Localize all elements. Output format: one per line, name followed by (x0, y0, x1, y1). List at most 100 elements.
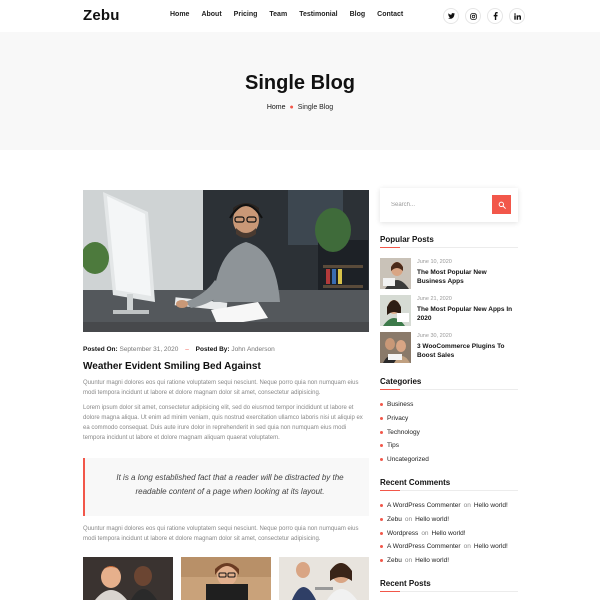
popular-posts-heading: Popular Posts (380, 235, 434, 244)
linkedin-icon[interactable] (509, 8, 525, 24)
recent-posts-heading: Recent Posts (380, 579, 431, 588)
bullet-icon (380, 403, 383, 407)
category-item[interactable]: Technology (380, 425, 429, 439)
categories-heading: Categories (380, 377, 422, 386)
search-button[interactable] (492, 195, 511, 214)
comment-post-link[interactable]: Hello world! (474, 502, 508, 509)
popular-post-title[interactable]: The Most Popular New Business Apps (417, 268, 517, 286)
bullet-icon (380, 417, 383, 421)
posted-by-label: Posted By: (195, 346, 230, 353)
comment-author: A WordPress Commenter (387, 543, 461, 551)
popular-post-thumbnail (380, 295, 411, 326)
comment-on-label: on (404, 516, 413, 524)
facebook-icon[interactable] (487, 8, 503, 24)
recent-comments-heading: Recent Comments (380, 478, 451, 487)
main-nav: Home About Pricing Team Testimonial Blog… (170, 11, 415, 18)
comment-item: Wordpress on Hello world! (380, 526, 508, 540)
heading-underline (400, 389, 518, 390)
bullet-icon (380, 545, 383, 549)
post-title: Weather Evident Smiling Bed Against (83, 361, 261, 372)
bullet-icon (380, 531, 383, 535)
bullet-icon (380, 458, 383, 462)
gallery-image-1 (83, 557, 173, 600)
category-label[interactable]: Technology (387, 429, 420, 436)
post-paragraph-2: Lorem ipsum dolor sit amet, consectetur … (83, 405, 363, 441)
meta-separator-icon: – (185, 346, 189, 353)
recent-comments-list: A WordPress Commenter on Hello world! Zebu… (380, 499, 508, 567)
heading-underline (400, 591, 518, 592)
comment-post-link[interactable]: Hello world! (415, 516, 449, 523)
bullet-icon (380, 430, 383, 434)
nav-contact[interactable]: Contact (377, 11, 403, 18)
popular-post-date: June 10, 2020 (417, 259, 452, 265)
comment-item: Zebu on Hello world! (380, 513, 508, 527)
comment-on-label: on (463, 502, 471, 510)
post-meta: Posted On: September 31, 2020 – Posted B… (83, 346, 275, 353)
heading-underline (400, 247, 518, 248)
popular-post-item[interactable]: June 30, 2020 3 WooCommerce Plugins To B… (380, 332, 520, 364)
heading-underline-accent (380, 247, 400, 248)
nav-home[interactable]: Home (170, 11, 189, 18)
category-label[interactable]: Tips (387, 442, 399, 449)
site-logo[interactable]: Zebu (83, 7, 120, 24)
page-title: Single Blog (245, 72, 355, 94)
bullet-icon (380, 444, 383, 448)
breadcrumb-home[interactable]: Home (267, 104, 286, 111)
gallery-image-2 (181, 557, 271, 600)
comment-on-label: on (463, 543, 471, 551)
comment-post-link[interactable]: Hello world! (474, 543, 508, 550)
search-input[interactable] (386, 195, 490, 215)
heading-underline (400, 490, 518, 491)
nav-about[interactable]: About (201, 11, 221, 18)
category-label[interactable]: Uncategorized (387, 456, 429, 463)
category-label[interactable]: Business (387, 401, 413, 408)
post-paragraph-1: Quuntur magni dolores eos qui ratione vo… (83, 380, 359, 396)
blockquote-text: It is a long established fact that a rea… (116, 473, 344, 496)
popular-post-date: June 30, 2020 (417, 333, 452, 339)
popular-post-title[interactable]: The Most Popular New Apps In 2020 (417, 305, 517, 323)
categories-list: Business Privacy Technology Tips Uncateg… (380, 398, 429, 466)
site-header: Zebu Home About Pricing Team Testimonial… (0, 0, 600, 32)
comment-author: Zebu (387, 557, 402, 565)
gallery-image-3 (279, 557, 369, 600)
bullet-icon (380, 559, 383, 563)
heading-underline-accent (380, 490, 400, 491)
heading-underline-accent (380, 591, 400, 592)
bullet-icon (380, 504, 383, 508)
popular-post-thumbnail (380, 332, 411, 363)
comment-post-link[interactable]: Hello world! (415, 557, 449, 564)
nav-team[interactable]: Team (269, 11, 287, 18)
popular-post-thumbnail (380, 258, 411, 289)
instagram-icon[interactable] (465, 8, 481, 24)
breadcrumb-separator-icon: ● (289, 104, 294, 111)
nav-blog[interactable]: Blog (350, 11, 366, 18)
category-item[interactable]: Privacy (380, 412, 429, 426)
comment-on-label: on (421, 529, 429, 537)
popular-post-item[interactable]: June 10, 2020 The Most Popular New Busin… (380, 258, 520, 290)
nav-testimonial[interactable]: Testimonial (299, 11, 337, 18)
category-item[interactable]: Business (380, 398, 429, 412)
page-banner: Single Blog Home ● Single Blog (0, 32, 600, 150)
category-item[interactable]: Tips (380, 439, 429, 453)
category-label[interactable]: Privacy (387, 415, 408, 422)
popular-post-item[interactable]: June 21, 2020 The Most Popular New Apps … (380, 295, 520, 327)
social-links (443, 8, 525, 24)
nav-pricing[interactable]: Pricing (234, 11, 258, 18)
popular-post-date: June 21, 2020 (417, 296, 452, 302)
comment-item: Zebu on Hello world! (380, 554, 508, 568)
category-item[interactable]: Uncategorized (380, 453, 429, 467)
bullet-icon (380, 518, 383, 522)
comment-item: A WordPress Commenter on Hello world! (380, 499, 508, 513)
posted-on-label: Posted On: (83, 346, 118, 353)
twitter-icon[interactable] (443, 8, 459, 24)
heading-underline-accent (380, 389, 400, 390)
posted-by-author[interactable]: John Anderson (231, 346, 274, 353)
comment-post-link[interactable]: Hello world! (432, 530, 466, 537)
comment-author: A WordPress Commenter (387, 502, 461, 510)
post-gallery (83, 557, 369, 600)
blockquote: It is a long established fact that a rea… (83, 458, 369, 516)
comment-on-label: on (404, 557, 413, 565)
comment-item: A WordPress Commenter on Hello world! (380, 540, 508, 554)
posted-on-date: September 31, 2020 (119, 346, 179, 353)
popular-post-title[interactable]: 3 WooCommerce Plugins To Boost Sales (417, 342, 517, 360)
